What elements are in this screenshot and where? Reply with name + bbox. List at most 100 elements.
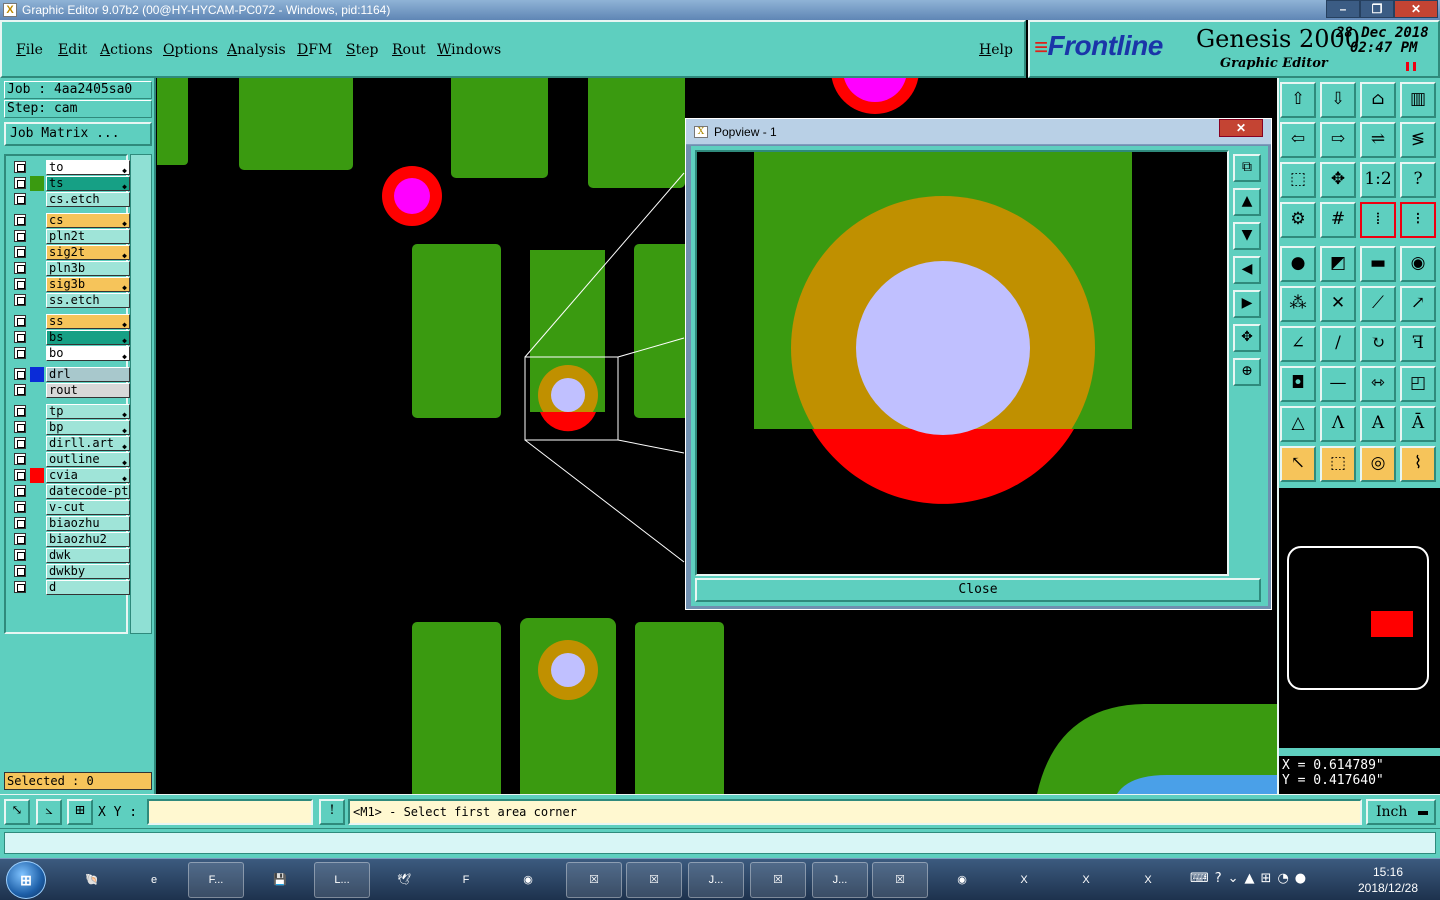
layer-row[interactable]: dwk: [10, 548, 130, 563]
select-circle-icon[interactable]: ◎: [1360, 446, 1396, 482]
popview-zoom-out-icon[interactable]: ✥: [1233, 324, 1261, 352]
angle-mode-icon[interactable]: ⦣: [36, 799, 62, 825]
layer-row[interactable]: to ◆: [10, 160, 130, 175]
layer-row[interactable]: cs ◆: [10, 213, 130, 228]
snap-intersect-icon[interactable]: ⁝: [1400, 202, 1436, 238]
popview-pan-down-icon[interactable]: ▼: [1233, 222, 1261, 250]
taskbar-shell-icon[interactable]: 🐚: [64, 862, 120, 898]
maximize-button[interactable]: ❐: [1360, 0, 1394, 18]
layer-row[interactable]: rout: [10, 383, 130, 398]
cross-node-icon[interactable]: ✕: [1320, 286, 1356, 322]
menu-analysis[interactable]: Analysis: [227, 42, 286, 58]
snap-on-icon[interactable]: ⁞: [1360, 202, 1396, 238]
popview-zoom-in-icon[interactable]: ⊕: [1233, 358, 1261, 386]
redraw-icon[interactable]: ≶: [1400, 122, 1436, 158]
layer-row[interactable]: outline ◆: [10, 452, 130, 467]
popview-close-button[interactable]: Close: [695, 578, 1261, 602]
layer-name[interactable]: sig3b ◆: [46, 277, 130, 292]
arch-icon[interactable]: A: [1360, 406, 1396, 442]
xy-input[interactable]: [147, 799, 313, 825]
layer-row[interactable]: ss.etch: [10, 293, 130, 308]
layer-row[interactable]: ss ◆: [10, 314, 130, 329]
taskbar-excel-1[interactable]: X: [996, 862, 1052, 898]
layer-row[interactable]: bp ◆: [10, 420, 130, 435]
layer-row[interactable]: pln3b: [10, 261, 130, 276]
popview-pan-up-icon[interactable]: ▲: [1233, 188, 1261, 216]
layer-checkbox[interactable]: [14, 549, 26, 561]
system-clock[interactable]: 15:16 2018/12/28: [1352, 864, 1424, 896]
taskbar-excel-2[interactable]: X: [1058, 862, 1114, 898]
layer-list-scrollbar[interactable]: [130, 154, 152, 634]
layer-row[interactable]: dirll.art ◆: [10, 436, 130, 451]
layer-name[interactable]: biaozhu: [46, 516, 130, 531]
alert-icon[interactable]: !: [319, 799, 345, 825]
layer-checkbox[interactable]: [14, 565, 26, 577]
layer-checkbox[interactable]: [14, 193, 26, 205]
triangle-icon[interactable]: △: [1280, 406, 1316, 442]
popview-pan-left-icon[interactable]: ◀: [1233, 256, 1261, 284]
layer-name[interactable]: bo ◆: [46, 346, 130, 361]
layer-name[interactable]: ts ◆: [46, 176, 130, 191]
menu-dfm[interactable]: DFM: [297, 42, 332, 58]
layer-row[interactable]: biaozhu: [10, 516, 130, 531]
layer-name[interactable]: datecode-pto: [46, 484, 130, 499]
menu-file[interactable]: File: [16, 42, 43, 58]
layer-checkbox[interactable]: [14, 315, 26, 327]
zoom-fit-icon[interactable]: ⬚: [1280, 162, 1316, 198]
taskbar-eye2-icon[interactable]: ◉: [934, 862, 990, 898]
select-box-icon[interactable]: ⬚: [1320, 446, 1356, 482]
connect-nodes-icon[interactable]: ⁂: [1280, 286, 1316, 322]
popview-canvas[interactable]: [695, 150, 1229, 576]
layer-name[interactable]: dirll.art ◆: [46, 436, 130, 451]
home-up-icon[interactable]: ⇧: [1280, 82, 1316, 118]
layer-name[interactable]: v-cut: [46, 500, 130, 515]
layer-row[interactable]: d: [10, 580, 130, 595]
help-icon[interactable]: ?: [1400, 162, 1436, 198]
layer-name[interactable]: drl: [46, 367, 130, 382]
arch-line-icon[interactable]: Ā: [1400, 406, 1436, 442]
layer-name[interactable]: outline ◆: [46, 452, 130, 467]
menu-edit[interactable]: Edit: [58, 42, 87, 58]
layer-checkbox[interactable]: [14, 533, 26, 545]
popview-pan-right-icon[interactable]: ▶: [1233, 290, 1261, 318]
layer-checkbox[interactable]: [14, 368, 26, 380]
ruler-icon[interactable]: ▬: [1360, 246, 1396, 282]
zoom-home-icon[interactable]: ✥: [1320, 162, 1356, 198]
pan-right-icon[interactable]: ⇨: [1320, 122, 1356, 158]
zoom-1to2-icon[interactable]: 1:2: [1360, 162, 1396, 198]
layer-row[interactable]: biaozhu2: [10, 532, 130, 547]
layer-name[interactable]: biaozhu2: [46, 532, 130, 547]
layer-checkbox[interactable]: [14, 347, 26, 359]
layer-name[interactable]: ss.etch: [46, 293, 130, 308]
taskbar-task-frontline[interactable]: F...: [188, 862, 244, 898]
layer-row[interactable]: pln2t: [10, 229, 130, 244]
layer-name[interactable]: tp ◆: [46, 404, 130, 419]
grid-mode-icon[interactable]: ⊞: [67, 799, 93, 825]
taskbar-task-j2[interactable]: J...: [812, 862, 868, 898]
select-polygon-icon[interactable]: ⌇: [1400, 446, 1436, 482]
menu-rout[interactable]: Rout: [392, 42, 426, 58]
unit-selector[interactable]: Inch: [1366, 799, 1436, 825]
command-input[interactable]: [4, 832, 1436, 854]
angle-icon[interactable]: ∠: [1280, 326, 1316, 362]
taskbar-excel-3[interactable]: X: [1120, 862, 1176, 898]
layer-row[interactable]: sig2t ◆: [10, 245, 130, 260]
layer-row[interactable]: v-cut: [10, 500, 130, 515]
layer-checkbox[interactable]: [14, 262, 26, 274]
pan-down-icon[interactable]: ⇩: [1320, 82, 1356, 118]
horizontal-line-icon[interactable]: —: [1320, 366, 1356, 402]
add-circle-icon[interactable]: ◉: [1400, 246, 1436, 282]
menu-help[interactable]: Help: [979, 42, 1013, 58]
tool-settings-icon[interactable]: ⚙: [1280, 202, 1316, 238]
layer-name[interactable]: rout: [46, 383, 130, 398]
layer-name[interactable]: cs.etch: [46, 192, 130, 207]
system-tray-icons[interactable]: ⌨?⌄▲⊞◔●: [1190, 871, 1312, 886]
layer-checkbox[interactable]: [14, 161, 26, 173]
layer-name[interactable]: dwk: [46, 548, 130, 563]
layer-checkbox[interactable]: [14, 421, 26, 433]
menu-step[interactable]: Step: [346, 42, 378, 58]
layer-row[interactable]: drl: [10, 367, 130, 382]
layer-name[interactable]: pln3b: [46, 261, 130, 276]
minimize-button[interactable]: –: [1326, 0, 1360, 18]
layer-checkbox[interactable]: [14, 485, 26, 497]
